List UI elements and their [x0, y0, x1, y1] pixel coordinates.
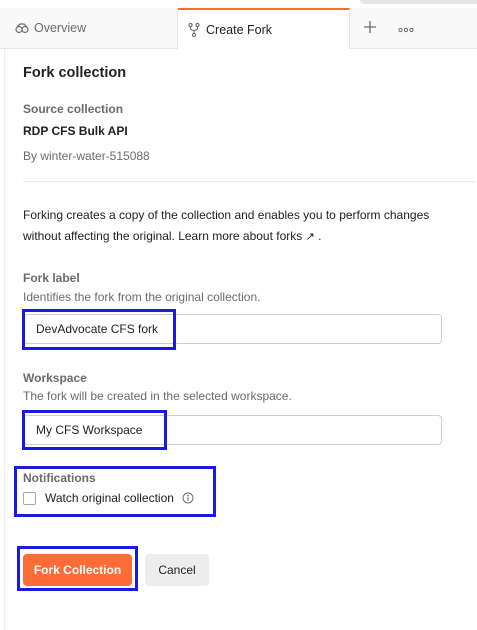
tab-overview[interactable]: Overview — [0, 8, 178, 48]
fork-label-help: Identifies the fork from the original co… — [23, 290, 261, 304]
overview-icon — [14, 20, 30, 36]
description-text: Forking creates a copy of the collection… — [23, 208, 430, 243]
fork-label-label: Fork label — [23, 271, 80, 285]
fork-icon — [186, 22, 202, 38]
workspace-label: Workspace — [23, 371, 87, 385]
fork-description: Forking creates a copy of the collection… — [23, 205, 443, 248]
highlight-workspace — [22, 410, 167, 450]
tab-create-fork[interactable]: Create Fork — [178, 8, 350, 49]
source-collection-name: RDP CFS Bulk API — [23, 124, 128, 138]
top-strip — [0, 0, 477, 8]
highlight-fork-button — [17, 546, 138, 591]
tab-bar: Overview Create Fork — [0, 8, 477, 49]
external-link-icon[interactable]: ↗ — [306, 231, 315, 243]
description-end: . — [314, 229, 322, 243]
new-tab-button[interactable] — [350, 8, 390, 48]
highlight-fork-label — [22, 309, 176, 350]
more-tabs-button[interactable] — [386, 8, 426, 48]
cancel-button[interactable]: Cancel — [145, 554, 209, 586]
highlight-notifications — [14, 466, 216, 517]
more-icon — [398, 20, 414, 36]
divider — [23, 181, 475, 182]
source-collection-label: Source collection — [23, 102, 124, 116]
plus-icon — [363, 18, 377, 39]
tab-label: Overview — [34, 21, 87, 35]
tab-label: Create Fork — [206, 22, 272, 37]
workspace-help: The fork will be created in the selected… — [23, 389, 292, 403]
page-title: Fork collection — [23, 65, 127, 81]
source-collection-owner: By winter-water-515088 — [23, 149, 150, 163]
top-strip-segment — [360, 0, 477, 4]
